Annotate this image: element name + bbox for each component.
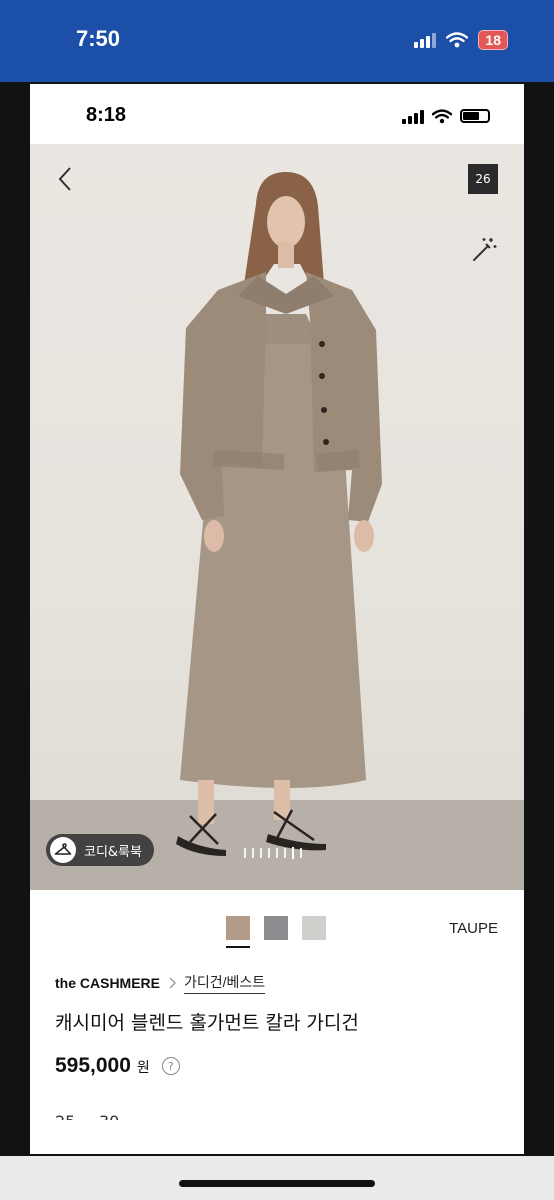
pager-dot-active [292,847,294,859]
product-photo [176,172,382,856]
category-link[interactable]: 가디건/베스트 [184,972,266,994]
pager-dot [260,848,262,858]
price-row: 595,000 원 ? [55,1054,180,1078]
gray-swatch[interactable] [264,916,288,940]
app-screen: 8:18 26 코디&룩북 TAUPE the CASHMERE 가디건/베스트… [30,84,524,1154]
help-icon[interactable]: ? [161,1057,180,1075]
product-title: 캐시미어 블렌드 홀가먼트 칼라 가디건 [55,1012,359,1034]
battery-icon: 18 [478,30,508,50]
light-gray-swatch[interactable] [302,916,326,940]
gallery-pager [244,847,302,859]
home-indicator[interactable] [179,1180,375,1187]
pager-dot [268,848,270,858]
app-status-icons [402,108,490,124]
taupe-swatch[interactable] [226,916,250,948]
device-time: 7:50 [76,26,121,51]
magic-wand-button[interactable] [470,236,498,264]
battery-icon [460,109,490,123]
device-status-bar: 7:50 18 [0,0,554,82]
truncated-text: 25 ~ 30 [55,1112,119,1120]
chevron-left-icon [58,167,71,191]
product-image-gallery[interactable]: 26 코디&룩북 [30,144,524,890]
magic-wand-icon [473,238,497,261]
selected-color-name: TAUPE [449,920,498,937]
cellular-signal-icon [402,108,424,124]
product-price: 595,000 [55,1054,131,1077]
app-status-bar: 8:18 [30,84,524,144]
wifi-icon [432,108,452,123]
device-bottom-bar [0,1156,554,1200]
image-count-badge[interactable]: 26 [468,164,498,194]
product-details: TAUPE the CASHMERE 가디건/베스트 캐시미어 블렌드 홀가먼트… [30,890,524,1154]
pager-dot [244,848,246,858]
brand-link[interactable]: the CASHMERE [55,975,160,991]
coordi-lookbook-label: 코디&룩북 [84,844,142,860]
cellular-signal-icon [414,32,437,48]
pager-dot [284,848,286,858]
pager-dot [276,848,278,858]
back-button[interactable] [52,164,78,194]
currency-label: 원 [136,1060,150,1076]
breadcrumb: the CASHMERE 가디건/베스트 [55,972,266,994]
device-status-icons: 18 [414,30,508,50]
app-time: 8:18 [86,104,127,126]
color-swatches [226,916,326,948]
coordi-lookbook-button[interactable]: 코디&룩북 [46,834,154,866]
chevron-right-icon [169,977,177,989]
hanger-icon [50,837,76,863]
pager-dot [300,848,302,858]
wifi-icon [446,32,469,48]
pager-dot [252,848,254,858]
